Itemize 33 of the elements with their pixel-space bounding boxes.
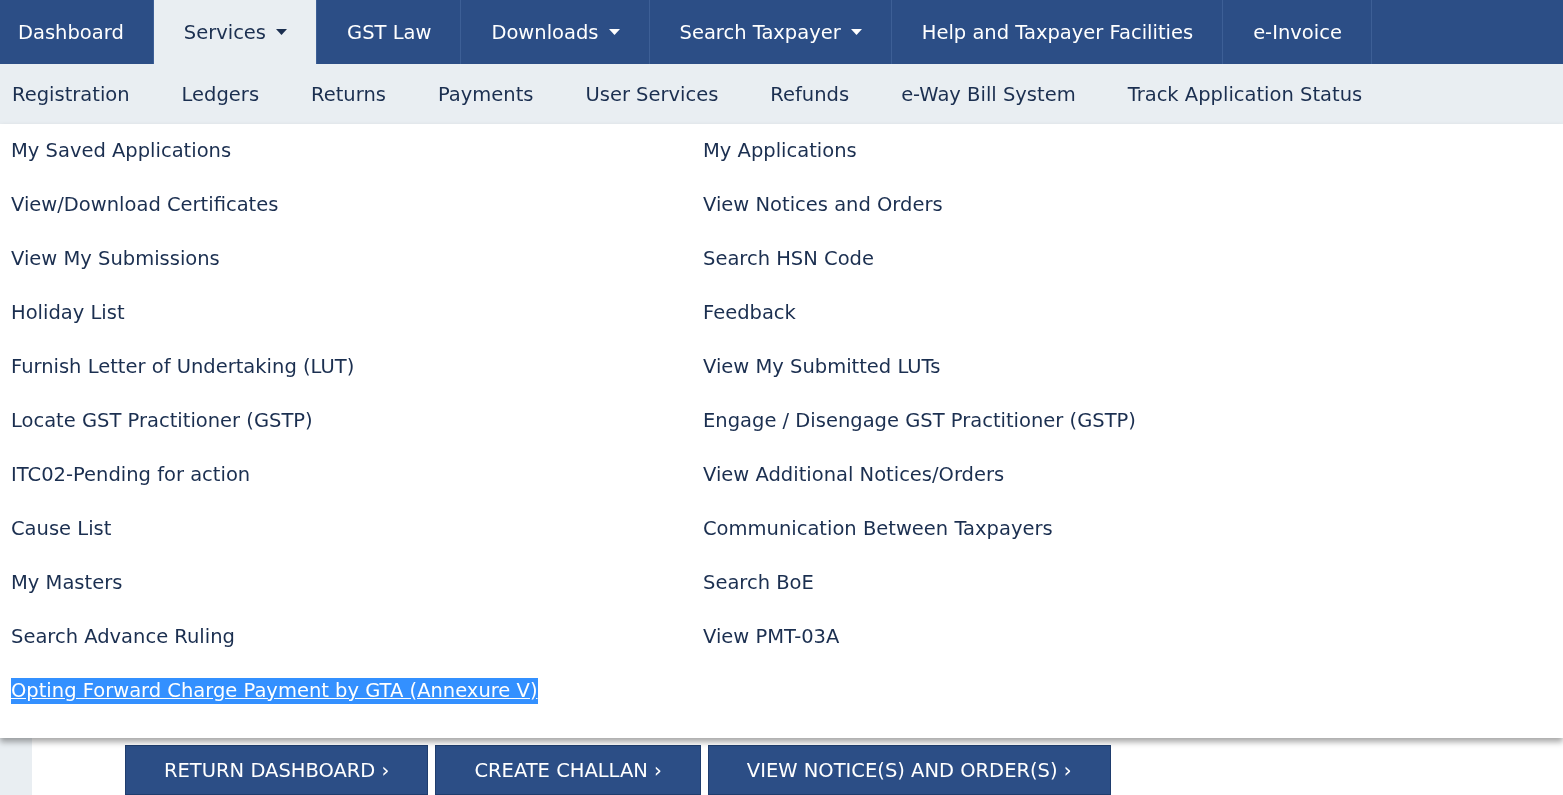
action-button[interactable]: VIEW NOTICE(S) AND ORDER(S) › xyxy=(707,745,1111,795)
menu-link[interactable]: View Additional Notices/Orders xyxy=(703,462,1563,516)
menu-link[interactable]: My Applications xyxy=(703,138,1563,192)
menu-link[interactable]: View Notices and Orders xyxy=(703,192,1563,246)
side-strip xyxy=(0,738,32,795)
sub-nav-link[interactable]: Payments xyxy=(437,82,534,106)
sub-nav-link[interactable]: e-Way Bill System xyxy=(901,82,1076,106)
sub-nav-link[interactable]: User Services xyxy=(585,82,719,106)
menu-link[interactable]: Communication Between Taxpayers xyxy=(703,516,1563,570)
menu-link[interactable]: View/Download Certificates xyxy=(11,192,703,246)
menu-link[interactable]: Holiday List xyxy=(11,300,703,354)
nav-tab[interactable]: Services xyxy=(153,0,318,64)
menu-link[interactable]: ITC02-Pending for action xyxy=(11,462,703,516)
menu-link[interactable]: My Masters xyxy=(11,570,703,624)
menu-link[interactable]: Search Advance Ruling xyxy=(11,624,703,678)
sub-nav-link[interactable]: Track Application Status xyxy=(1127,82,1363,106)
menu-link[interactable]: Search HSN Code xyxy=(703,246,1563,300)
menu-link[interactable]: View PMT-03A xyxy=(703,624,1563,678)
menu-link[interactable]: Engage / Disengage GST Practitioner (GSTP) xyxy=(703,408,1563,462)
menu-link[interactable]: Search BoE xyxy=(703,570,1563,624)
menu-link[interactable]: View My Submissions xyxy=(11,246,703,300)
sub-nav-link[interactable]: Refunds xyxy=(770,82,850,106)
menu-link[interactable]: My Saved Applications xyxy=(11,138,703,192)
menu-link[interactable]: Feedback xyxy=(703,300,1563,354)
action-button[interactable]: RETURN DASHBOARD › xyxy=(125,745,429,795)
menu-link[interactable]: View My Submitted LUTs xyxy=(703,354,1563,408)
menu-link[interactable]: Locate GST Practitioner (GSTP) xyxy=(11,408,703,462)
menu-link[interactable]: Cause List xyxy=(11,516,703,570)
sub-nav-link[interactable]: Returns xyxy=(311,82,386,106)
sub-nav-link[interactable]: Ledgers xyxy=(181,82,260,106)
action-button[interactable]: CREATE CHALLAN › xyxy=(435,745,701,795)
sub-nav-link[interactable]: Registration xyxy=(12,82,130,106)
menu-link[interactable]: Furnish Letter of Undertaking (LUT) xyxy=(11,354,703,408)
